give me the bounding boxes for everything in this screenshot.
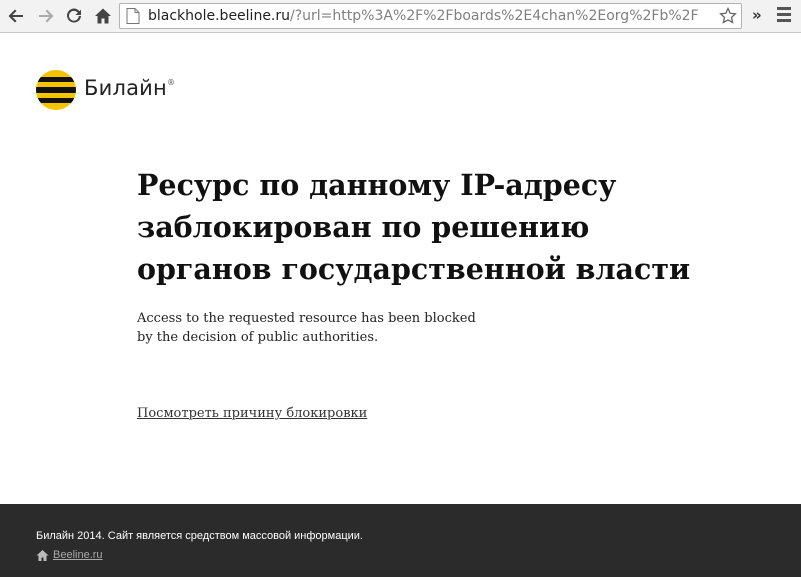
blocking-reason-link[interactable]: Посмотреть причину блокировки	[137, 406, 367, 421]
url-host: blackhole.beeline.ru	[148, 8, 291, 24]
footer-copyright: Билайн 2014. Сайт является средством мас…	[36, 530, 363, 542]
bookmark-star-icon[interactable]	[719, 7, 737, 25]
url-text[interactable]: blackhole.beeline.ru/?url=http%3A%2F%2Fb…	[148, 4, 718, 28]
footer: Билайн 2014. Сайт является средством мас…	[0, 504, 801, 577]
browser-toolbar: blackhole.beeline.ru/?url=http%3A%2F%2Fb…	[0, 0, 801, 33]
forward-button[interactable]	[35, 5, 57, 27]
brand-name-text: Билайн	[84, 76, 167, 100]
extensions-overflow-button[interactable]: »	[752, 6, 762, 24]
address-bar[interactable]: blackhole.beeline.ru/?url=http%3A%2F%2Fb…	[119, 3, 742, 29]
beeline-logo-icon	[36, 70, 76, 110]
headline-line-3: органов государственной власти	[137, 252, 691, 286]
forward-arrow-icon	[39, 9, 54, 23]
home-icon	[36, 550, 49, 561]
beeline-site-link[interactable]: Beeline.ru	[53, 549, 103, 561]
home-button[interactable]	[92, 5, 114, 27]
page-title: Ресурс по данному IP-адресу заблокирован…	[137, 164, 697, 290]
english-notice-line-2: by the decision of public authorities.	[137, 330, 379, 345]
url-path: /?url=http%3A%2F%2Fboards%2E4chan%2Eorg%…	[290, 8, 699, 24]
english-notice: Access to the requested resource has bee…	[137, 309, 476, 347]
home-icon	[95, 8, 111, 24]
headline-line-2: заблокирован по решению	[137, 210, 590, 244]
reload-button[interactable]	[63, 5, 85, 27]
brand-registered-mark: ®	[166, 78, 176, 87]
back-arrow-icon	[8, 9, 23, 23]
headline-line-1: Ресурс по данному IP-адресу	[137, 168, 617, 202]
back-button[interactable]	[5, 5, 27, 27]
english-notice-line-1: Access to the requested resource has bee…	[137, 311, 476, 326]
browser-menu-button[interactable]	[774, 7, 794, 25]
reload-icon	[67, 8, 81, 23]
brand-name: Билайн®	[84, 76, 175, 100]
page-icon	[126, 8, 140, 24]
